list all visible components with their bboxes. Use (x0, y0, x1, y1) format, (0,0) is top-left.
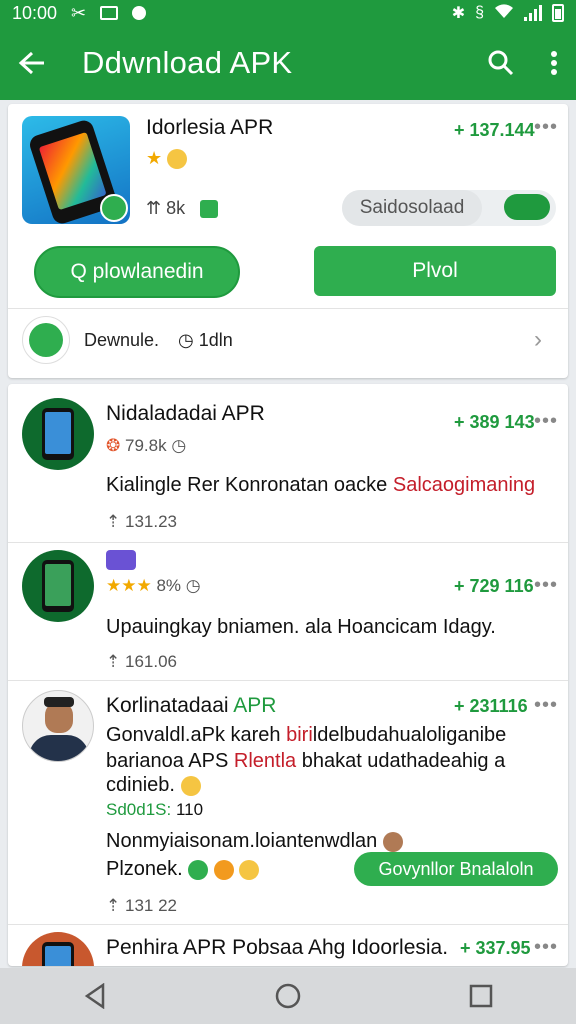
download-icon[interactable] (22, 316, 70, 364)
download-count-icon: ⇡ (106, 512, 121, 531)
notification-icon (100, 6, 119, 20)
divider (8, 308, 568, 309)
back-arrow-icon[interactable] (18, 51, 46, 75)
search-icon[interactable] (488, 50, 514, 76)
list-item-avatar (22, 932, 94, 966)
list-item-avatar (22, 550, 94, 622)
emoji-icon (180, 775, 201, 796)
toggle-switch[interactable] (504, 194, 550, 220)
smile-icon (167, 149, 188, 170)
list-item-meta: ⇡ 131 22 (106, 896, 177, 915)
list-item-price: + 729 116 (454, 576, 534, 596)
app-bar: Ddwnload APK (0, 26, 576, 100)
divider (8, 924, 568, 925)
avatar-small-icon (382, 831, 403, 852)
orange-emoji-icon (213, 859, 234, 880)
nav-home-icon[interactable] (274, 982, 302, 1010)
list-item-rating: ★★★ 8% ◷ (106, 576, 201, 595)
list-item-price: + 231116 (454, 696, 528, 716)
time-label: ◷ 1dln (178, 330, 233, 350)
featured-app-card: Idorlesia APR + 137.144 ••• ★ ⇈ 8k Saido… (8, 104, 568, 378)
signal-icon (524, 5, 542, 21)
list-item-line: Gonvaldl.aPk kareh birildelbudahualoliga… (106, 724, 507, 746)
wifi-icon (494, 3, 514, 24)
app-list: Nidaladadai APR + 389 143 ••• ❂ 79.8k ◷ … (8, 384, 568, 966)
download-outline-button[interactable]: Q plowlanedin (34, 246, 240, 298)
list-item-more-icon[interactable]: ••• (534, 694, 558, 717)
list-item-line: cdinieb. (106, 774, 201, 797)
clock-icon: ◷ (185, 576, 201, 595)
download-pill-button[interactable]: Govynllor Bnalaloln (354, 852, 558, 886)
featured-more-icon[interactable]: ••• (534, 116, 558, 139)
list-item-more-icon[interactable]: ••• (534, 574, 558, 597)
download-count-icon: ⇡ (106, 652, 121, 671)
list-item-more-icon[interactable]: ••• (534, 410, 558, 433)
clock-icon: ◷ (178, 330, 194, 350)
list-item-meta: ⇡ 161.06 (106, 652, 177, 671)
divider (8, 680, 568, 681)
clock-icon: ◷ (171, 436, 187, 455)
featured-title: Idorlesia APR (146, 116, 274, 139)
download-label: Dewnule. (84, 330, 160, 350)
list-item-description: Upauingkay bniamen. ala Hoancicam Idagy. (106, 616, 496, 638)
nav-recents-icon[interactable] (469, 984, 493, 1008)
featured-rating: ★ (146, 148, 188, 170)
list-item-title[interactable]: Nidaladadai APR (106, 402, 265, 426)
toggle-label: Saidosolaad (342, 190, 482, 226)
list-item-rating: ❂ 79.8k ◷ (106, 436, 187, 455)
list-item-stat: Sd0d1S: 110 (106, 800, 204, 819)
list-item-line: barianoa APS Rlentla bhakat udathadeahig… (106, 750, 506, 772)
auto-download-toggle[interactable]: Saidosolaad (342, 190, 556, 226)
list-item-title[interactable]: Korlinatadaai APR (106, 694, 276, 718)
scissors-icon: ✂ (71, 2, 87, 23)
list-item-more-icon[interactable]: ••• (534, 936, 558, 959)
emoji-icon (239, 859, 260, 880)
list-item-price: + 389 143 (454, 412, 535, 432)
featured-price: + 137.144 (454, 120, 535, 140)
list-item-line: Nonmyiaisonam.loiantenwdlan (106, 830, 403, 853)
play-badge-icon (100, 194, 128, 222)
status-bar: 10:00 ✂ ✱ § (0, 0, 576, 26)
app-icon (22, 116, 130, 224)
vibrate-icon: § (475, 4, 484, 21)
list-item-line: Plzonek. (106, 858, 260, 881)
record-icon (132, 6, 147, 20)
featured-meta: ⇈ 8k (146, 198, 219, 219)
system-nav-bar (0, 968, 576, 1024)
nav-back-icon[interactable] (83, 983, 107, 1009)
green-emoji-icon (188, 859, 209, 880)
divider (8, 542, 568, 543)
category-badge-icon (106, 550, 136, 570)
status-time: 10:00 (12, 2, 58, 23)
bluetooth-icon: ✱ (451, 5, 466, 22)
verified-icon (200, 200, 219, 219)
overflow-menu-icon[interactable] (550, 50, 558, 76)
play-button[interactable]: Plvol (314, 246, 556, 296)
list-item-avatar (22, 690, 94, 762)
list-item-price: + 337.95 (460, 938, 531, 958)
chevron-right-icon[interactable]: › (534, 326, 542, 354)
page-title: Ddwnload APK (82, 45, 293, 80)
download-count-icon: ⇈ (146, 198, 162, 218)
list-item-avatar (22, 398, 94, 470)
list-item-title[interactable]: Penhira APR Pobsaa Ahg Idoorlesia. (106, 936, 448, 960)
list-item-meta: ⇡ 131.23 (106, 512, 177, 531)
download-count-icon: ⇡ (106, 896, 121, 915)
list-item-description: Kialingle Rer Konronatan oacke Salcaogim… (106, 474, 536, 496)
battery-icon (552, 4, 564, 22)
